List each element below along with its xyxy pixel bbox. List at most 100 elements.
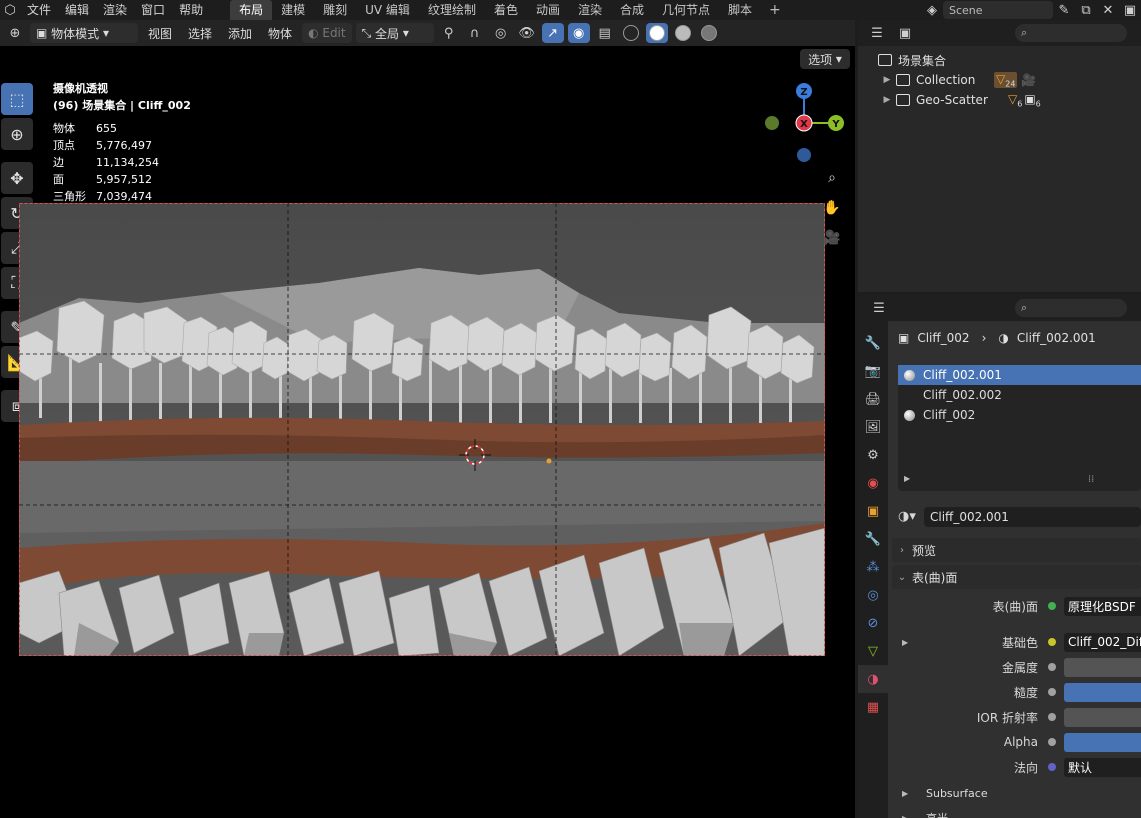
gizmo-toggle-icon[interactable]: ↗ — [541, 23, 564, 43]
zoom-icon[interactable]: ⌕ — [820, 166, 844, 190]
neg-z-axis-handle[interactable] — [797, 148, 811, 162]
3d-viewport[interactable]: ⊕ ▣ 物体模式 ▾ 视图 选择 添加 物体 ◐ Edit ⤡ 全局 ▾ ⚲ ∩… — [0, 20, 855, 818]
wireframe-shading-icon[interactable] — [620, 23, 642, 43]
tool-tab-icon[interactable]: 🔧 — [858, 329, 888, 357]
base-color-field[interactable]: Cliff_002_Diffuse — [1064, 632, 1141, 652]
properties-search-input[interactable]: ⌕ — [1015, 299, 1127, 317]
subsurface-subpanel[interactable]: ▶ Subsurface — [902, 783, 988, 803]
outliner-editor-icon[interactable]: ☰ — [866, 23, 888, 43]
rendered-shading-icon[interactable] — [698, 23, 720, 43]
tab-layout[interactable]: 布局 — [230, 0, 273, 20]
render-tab-icon[interactable]: 📷 — [858, 357, 888, 385]
tab-geometry-nodes[interactable]: 几何节点 — [653, 0, 719, 20]
properties-tab-strip: 🔧 📷 🖨 🖼 ⚙ ◉ ▣ 🔧 ⁂ ◎ ⊘ ▽ ◑ ▦ — [858, 321, 888, 818]
overlay-toggle-icon[interactable]: ◉ — [567, 23, 590, 43]
pin-icon[interactable]: ✎ — [1053, 0, 1075, 20]
expand-arrow-icon[interactable]: ▶ — [904, 474, 910, 483]
menu-view[interactable]: 视图 — [142, 25, 178, 42]
view-layer-icon[interactable]: ▣ — [1119, 0, 1141, 20]
constraints-tab-icon[interactable]: ⊘ — [858, 609, 888, 637]
tab-texture-paint[interactable]: 纹理绘制 — [419, 0, 485, 20]
properties-editor-icon[interactable]: ☰ — [868, 298, 890, 318]
camera-view-icon[interactable]: 🎥 — [820, 226, 844, 250]
roughness-slider[interactable] — [1064, 682, 1141, 702]
edit-toggle[interactable]: ◐ Edit — [302, 23, 352, 43]
material-slot[interactable]: Cliff_002 — [898, 405, 1141, 425]
expand-arrow-icon[interactable]: ▶ — [902, 638, 908, 647]
modifier-tab-icon[interactable]: 🔧 — [858, 525, 888, 553]
metallic-slider[interactable] — [1064, 657, 1141, 677]
tab-sculpting[interactable]: 雕刻 — [314, 0, 356, 20]
transform-orientation-dropdown[interactable]: ⤡ 全局 ▾ — [355, 23, 434, 43]
physics-tab-icon[interactable]: ◎ — [858, 581, 888, 609]
menu-object[interactable]: 物体 — [262, 25, 298, 42]
scene-selector[interactable]: Scene — [943, 1, 1053, 19]
delete-scene-icon[interactable]: ✕ — [1097, 0, 1119, 20]
pivot-icon[interactable]: ⚲ — [438, 23, 460, 43]
material-shading-icon[interactable] — [672, 23, 694, 43]
view-layer-tab-icon[interactable]: 🖼 — [858, 413, 888, 441]
surface-shader-field[interactable]: 原理化BSDF — [1064, 596, 1141, 616]
expand-arrow-icon[interactable]: ▶ — [880, 75, 894, 85]
blender-logo-icon[interactable]: ⬡ — [0, 0, 20, 20]
specular-subpanel[interactable]: ▶ 高光 — [902, 808, 948, 818]
material-tab-icon[interactable]: ◑ — [858, 665, 888, 693]
cursor-tool[interactable]: ⊕ — [1, 118, 33, 150]
tab-modeling[interactable]: 建模 — [272, 0, 314, 20]
resize-handle-icon[interactable]: ⁞⁞ — [1088, 474, 1094, 485]
scene-collection-row[interactable]: 场景集合 — [858, 50, 1141, 70]
options-dropdown[interactable]: 选项 ▾ — [800, 49, 850, 69]
object-tab-icon[interactable]: ▣ — [858, 497, 888, 525]
move-tool[interactable]: ✥ — [1, 162, 33, 194]
normal-field[interactable]: 默认 — [1064, 757, 1141, 777]
menu-window[interactable]: 窗口 — [134, 0, 172, 20]
alpha-slider[interactable] — [1064, 732, 1141, 752]
preview-panel-header[interactable]: › 预览 — [892, 538, 1141, 562]
material-slot[interactable]: Cliff_002.001 — [898, 365, 1141, 385]
texture-tab-icon[interactable]: ▦ — [858, 693, 888, 721]
breadcrumb: ▣ Cliff_002 › ◑ Cliff_002.001 — [898, 331, 1096, 345]
world-tab-icon[interactable]: ◉ — [858, 469, 888, 497]
visibility-icon[interactable]: 👁 — [516, 23, 538, 43]
particles-tab-icon[interactable]: ⁂ — [858, 553, 888, 581]
menu-help[interactable]: 帮助 — [172, 0, 210, 20]
menu-file[interactable]: 文件 — [20, 0, 58, 20]
menu-render[interactable]: 渲染 — [96, 0, 134, 20]
object-mode-dropdown[interactable]: ▣ 物体模式 ▾ — [30, 23, 138, 43]
output-tab-icon[interactable]: 🖨 — [858, 385, 888, 413]
outliner-item-geo-scatter[interactable]: ▶ Geo-Scatter ▽6 ▣6 — [858, 90, 1141, 110]
proportional-edit-icon[interactable]: ◎ — [490, 23, 512, 43]
tab-rendering[interactable]: 渲染 — [569, 0, 611, 20]
menu-add[interactable]: 添加 — [222, 25, 258, 42]
material-slot[interactable]: Cliff_002.002 — [898, 385, 1141, 405]
neg-y-axis-handle[interactable] — [765, 116, 779, 130]
tab-scripting[interactable]: 脚本 — [719, 0, 761, 20]
outliner-item-collection[interactable]: ▶ Collection ▽24 🎥 — [858, 70, 1141, 90]
navigation-gizmo[interactable]: Z Y X — [760, 80, 850, 170]
select-box-tool[interactable]: ⬚ — [1, 83, 33, 115]
display-mode-icon[interactable]: ▣ — [894, 23, 916, 43]
material-name-field[interactable]: Cliff_002.001 — [924, 507, 1141, 527]
material-browse-icon[interactable]: ◑▾ — [898, 509, 916, 524]
tab-shading[interactable]: 着色 — [485, 0, 527, 20]
tab-compositing[interactable]: 合成 — [611, 0, 653, 20]
surface-panel-header[interactable]: ⌄ 表(曲)面 — [892, 565, 1141, 589]
ior-field[interactable] — [1064, 707, 1141, 727]
outliner-search-input[interactable]: ⌕ — [1015, 24, 1127, 42]
tab-uv-editing[interactable]: UV 编辑 — [356, 0, 419, 20]
xray-icon[interactable]: ▤ — [594, 23, 616, 43]
expand-arrow-icon[interactable]: ▶ — [880, 95, 894, 105]
pan-hand-icon[interactable]: ✋ — [820, 196, 844, 220]
new-scene-icon[interactable]: ⧉ — [1075, 0, 1097, 20]
editor-type-icon[interactable]: ⊕ — [4, 23, 26, 43]
scene-icon[interactable]: ◈ — [921, 0, 943, 20]
scene-tab-icon[interactable]: ⚙ — [858, 441, 888, 469]
menu-edit[interactable]: 编辑 — [58, 0, 96, 20]
add-workspace-button[interactable]: + — [761, 2, 789, 18]
camera-view-render — [19, 203, 825, 656]
tab-animation[interactable]: 动画 — [527, 0, 569, 20]
solid-shading-icon[interactable] — [645, 23, 668, 43]
data-tab-icon[interactable]: ▽ — [858, 637, 888, 665]
menu-select[interactable]: 选择 — [182, 25, 218, 42]
snap-icon[interactable]: ∩ — [464, 23, 486, 43]
